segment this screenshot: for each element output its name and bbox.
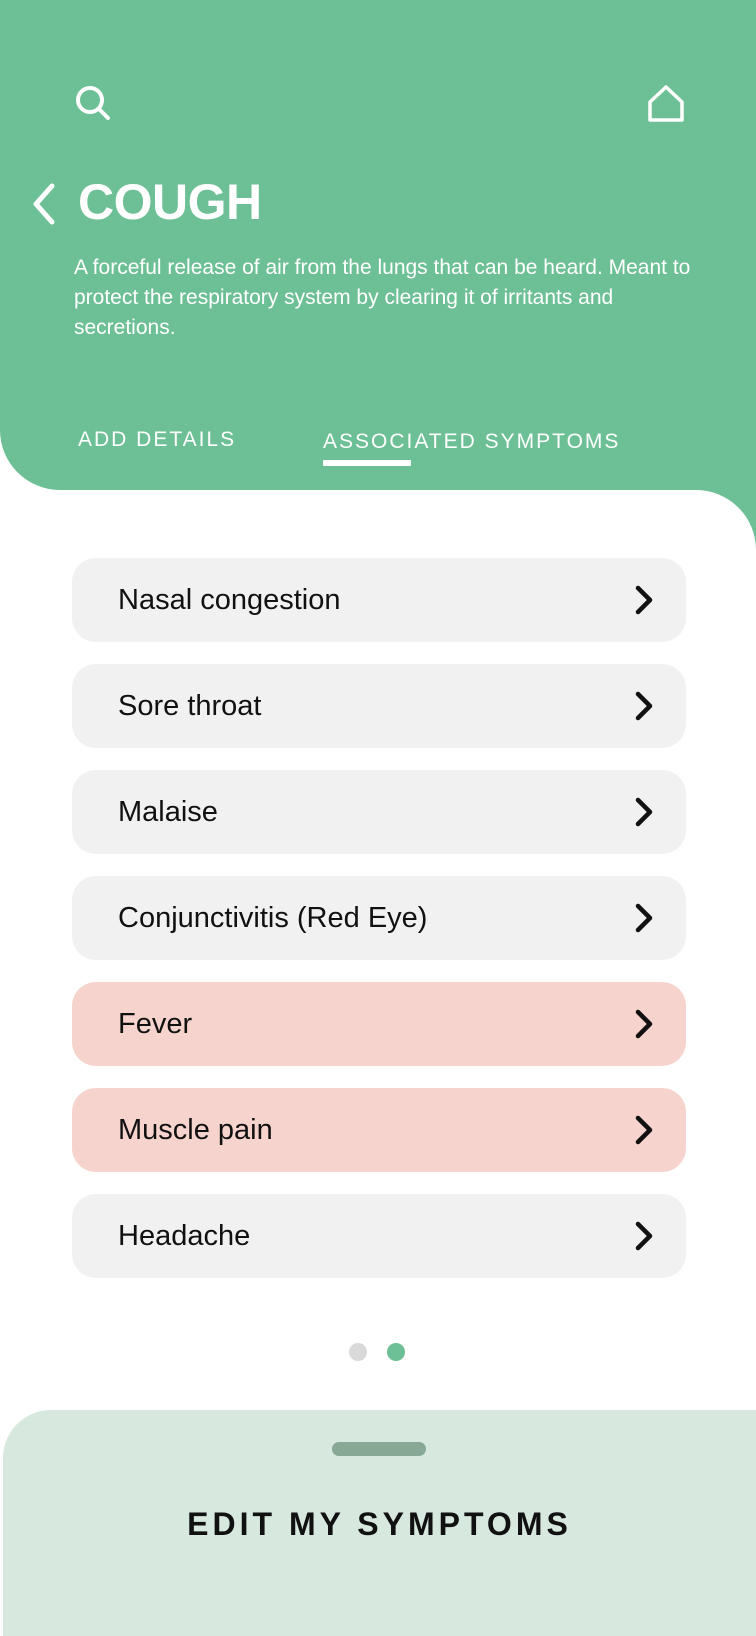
- bottom-sheet: EDIT MY SYMPTOMS: [3, 1410, 756, 1636]
- back-button[interactable]: [28, 182, 60, 226]
- tab-add-details[interactable]: ADD DETAILS: [78, 426, 236, 454]
- search-icon: [76, 86, 110, 120]
- page-title: COUGH: [78, 174, 262, 230]
- page-dot-1[interactable]: [349, 1343, 367, 1361]
- search-button[interactable]: [74, 84, 114, 124]
- sheet-drag-handle[interactable]: [332, 1442, 426, 1456]
- symptom-description: A forceful release of air from the lungs…: [74, 256, 691, 339]
- tab-associated-symptoms[interactable]: ASSOCIATED SYMPTOMS: [323, 428, 620, 456]
- symptom-list: Nasal congestion Sore throat Malaise Con…: [72, 558, 686, 1300]
- chevron-right-icon: [635, 1221, 653, 1251]
- symptom-label: Sore throat: [118, 689, 262, 722]
- chevron-right-icon: [635, 691, 653, 721]
- symptom-item-fever[interactable]: Fever: [72, 982, 686, 1066]
- symptom-label: Muscle pain: [118, 1113, 273, 1146]
- symptom-item-conjunctivitis[interactable]: Conjunctivitis (Red Eye): [72, 876, 686, 960]
- chevron-left-icon: [33, 183, 55, 225]
- symptom-item-malaise[interactable]: Malaise: [72, 770, 686, 854]
- symptom-label: Headache: [118, 1219, 251, 1252]
- chevron-right-icon: [635, 585, 653, 615]
- chevron-right-icon: [635, 797, 653, 827]
- symptom-item-nasal-congestion[interactable]: Nasal congestion: [72, 558, 686, 642]
- header: [0, 0, 756, 490]
- symptom-label: Conjunctivitis (Red Eye): [118, 901, 428, 934]
- home-icon: [648, 85, 684, 122]
- symptom-item-sore-throat[interactable]: Sore throat: [72, 664, 686, 748]
- page-dot-2-active[interactable]: [387, 1343, 405, 1361]
- chevron-right-icon: [635, 903, 653, 933]
- chevron-right-icon: [635, 1115, 653, 1145]
- active-tab-indicator: [323, 460, 411, 466]
- edit-my-symptoms-button[interactable]: EDIT MY SYMPTOMS: [3, 1506, 756, 1543]
- chevron-right-icon: [635, 1009, 653, 1039]
- symptom-item-muscle-pain[interactable]: Muscle pain: [72, 1088, 686, 1172]
- symptom-label: Malaise: [118, 795, 218, 828]
- symptom-label: Nasal congestion: [118, 583, 341, 616]
- symptom-label: Fever: [118, 1007, 193, 1040]
- symptom-item-headache[interactable]: Headache: [72, 1194, 686, 1278]
- home-button[interactable]: [646, 84, 686, 124]
